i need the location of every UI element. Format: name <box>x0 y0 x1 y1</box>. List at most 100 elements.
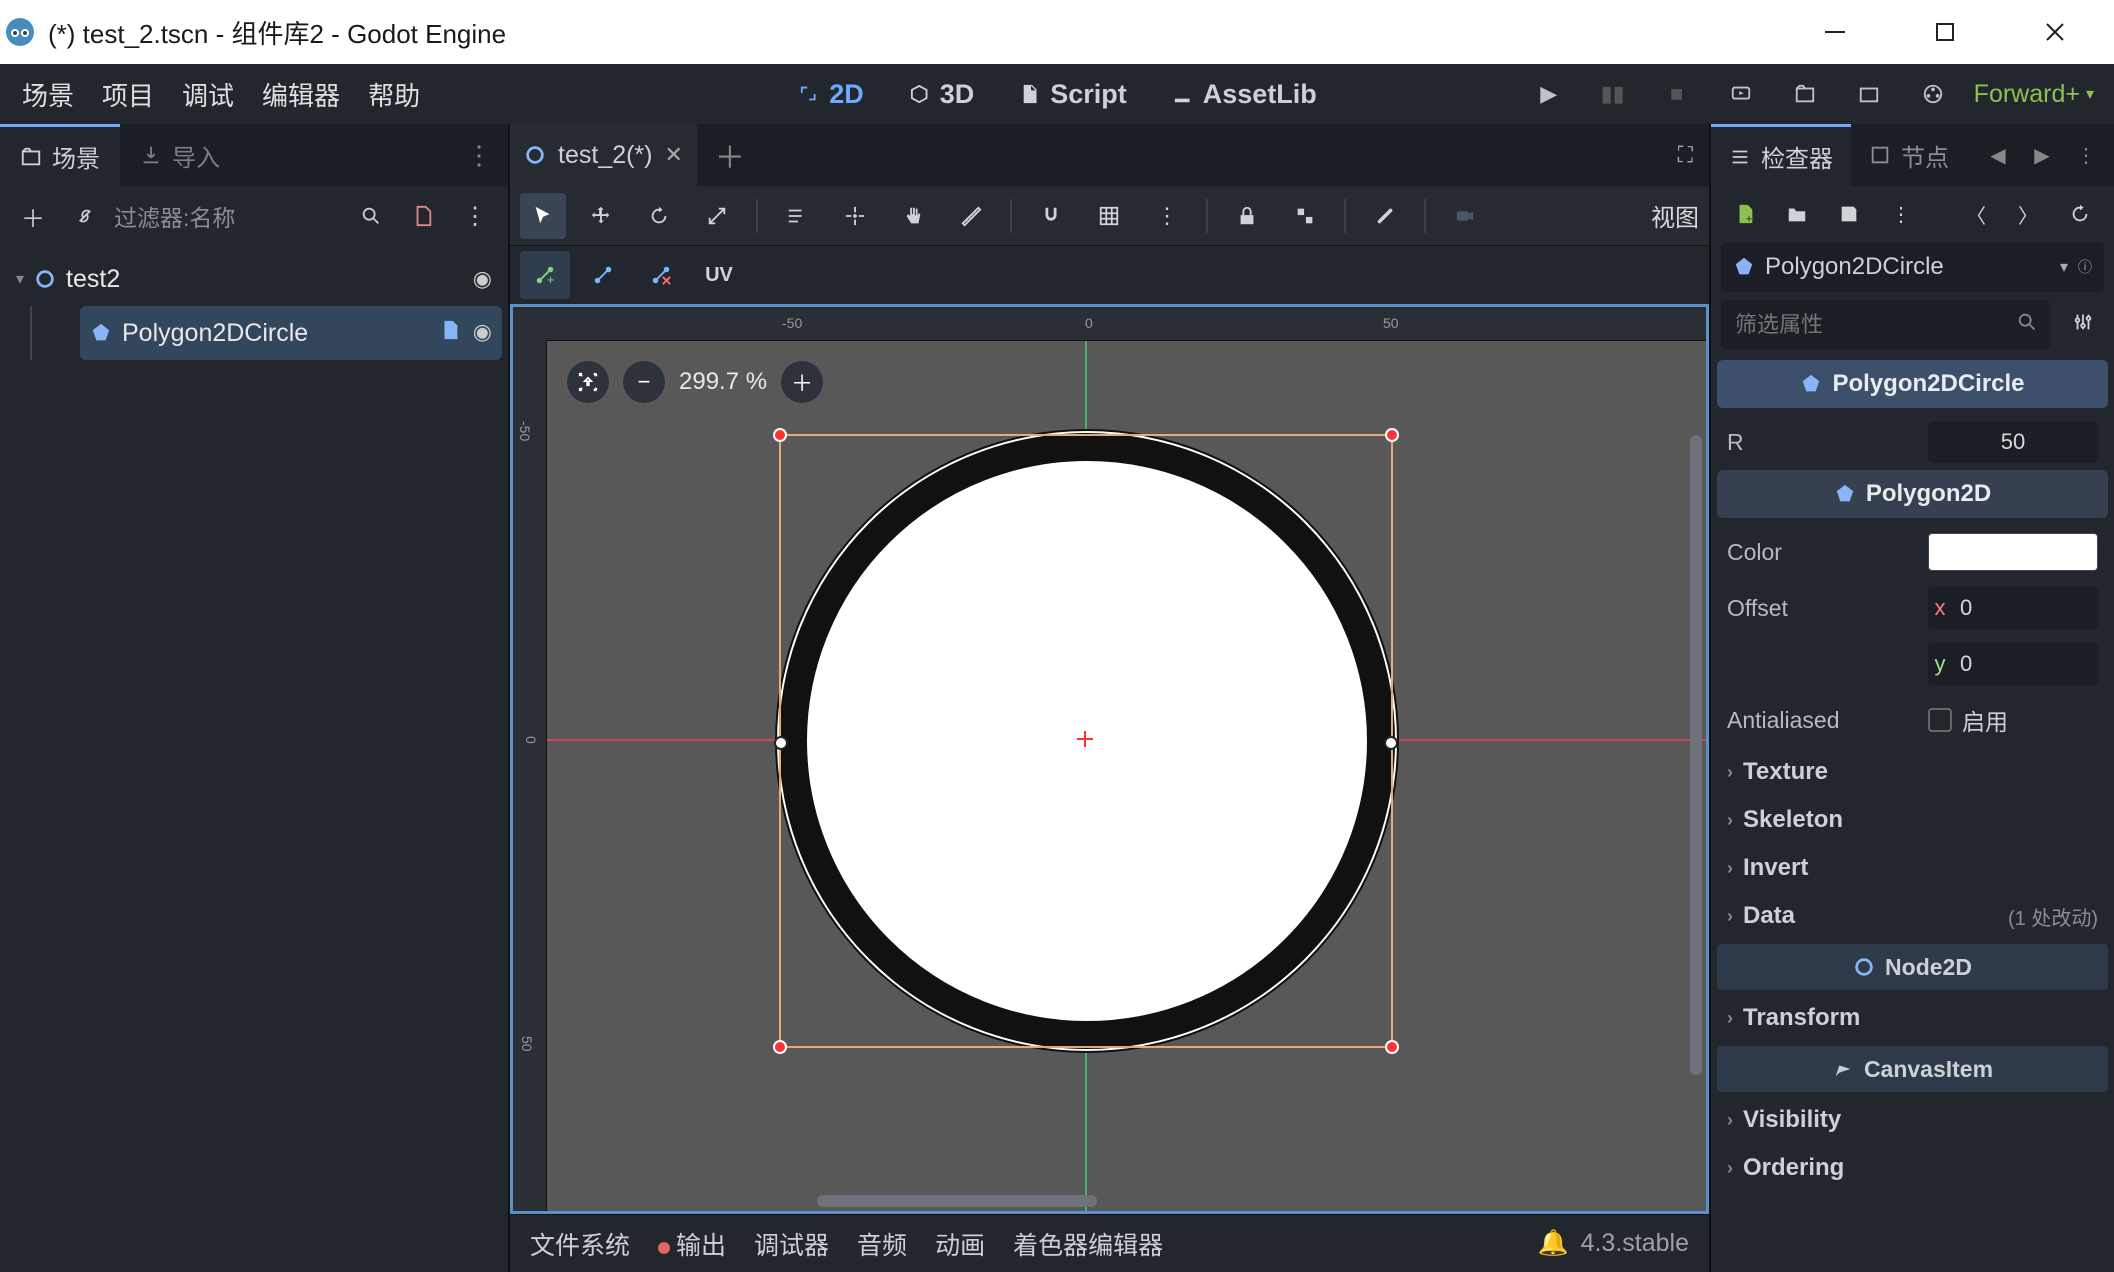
r-value-input[interactable]: 50 <box>1928 421 2098 463</box>
group-texture[interactable]: ›Texture <box>1717 748 2108 796</box>
horizontal-scrollbar[interactable] <box>817 1195 1097 1207</box>
save-resource-button[interactable] <box>1829 194 1869 234</box>
ruler-tool-button[interactable] <box>948 193 994 239</box>
bottom-filesystem-button[interactable]: 文件系统 <box>530 1226 630 1262</box>
instance-scene-button[interactable] <box>62 193 108 239</box>
visibility-toggle-icon[interactable]: ◉ <box>473 266 492 292</box>
new-scene-tab-button[interactable]: ＋ <box>697 133 763 177</box>
property-tools-button[interactable] <box>2062 304 2104 346</box>
bottom-output-button[interactable]: 输出 <box>658 1226 726 1262</box>
scene-tree-root[interactable]: ▾ test2 ◉ <box>6 252 502 306</box>
vertical-scrollbar[interactable] <box>1690 435 1702 1075</box>
polygon-uv-button[interactable]: UV <box>694 251 744 299</box>
bone-button[interactable] <box>1362 193 1408 239</box>
menu-project[interactable]: 项目 <box>102 76 154 113</box>
scene-tab-test2[interactable]: test_2(*) ✕ <box>510 124 697 186</box>
window-maximize-button[interactable] <box>1890 2 2000 62</box>
group-button[interactable] <box>1282 193 1328 239</box>
remote-play-button[interactable] <box>1718 71 1764 117</box>
dock-options-button[interactable]: ⋮ <box>450 140 508 171</box>
zoom-reset-button[interactable] <box>567 361 609 403</box>
play-button[interactable]: ▶ <box>1526 71 1572 117</box>
add-node-button[interactable]: ＋ <box>10 193 56 239</box>
group-skeleton[interactable]: ›Skeleton <box>1717 796 2108 844</box>
tab-scene[interactable]: 场景 <box>0 124 120 186</box>
list-select-button[interactable] <box>774 193 820 239</box>
tab-inspector[interactable]: 检查器 <box>1711 124 1851 186</box>
zoom-in-button[interactable]: ＋ <box>781 361 823 403</box>
obj-next-button[interactable]: 〉 <box>2008 194 2048 234</box>
distraction-free-button[interactable]: ⛶ <box>1662 142 1709 168</box>
bottom-animation-button[interactable]: 动画 <box>935 1226 985 1262</box>
class-node2d[interactable]: Node2D <box>1717 944 2108 990</box>
menu-help[interactable]: 帮助 <box>368 76 420 113</box>
view-menu-button[interactable]: 视图 <box>1651 198 1699 233</box>
section-polygon2d[interactable]: Polygon2D <box>1717 470 2108 518</box>
menu-debug[interactable]: 调试 <box>182 76 234 113</box>
workspace-2d-button[interactable]: 2D <box>789 79 872 110</box>
resource-extra-button[interactable]: ⋮ <box>1881 194 1921 234</box>
workspace-3d-button[interactable]: 3D <box>900 79 983 110</box>
group-visibility[interactable]: ›Visibility <box>1717 1096 2108 1144</box>
history-prev-button[interactable]: ◀ <box>1980 137 2016 173</box>
visibility-toggle-icon[interactable]: ◉ <box>473 319 492 347</box>
bottom-debugger-button[interactable]: 调试器 <box>754 1226 829 1262</box>
scale-tool-button[interactable] <box>694 193 740 239</box>
pan-tool-button[interactable] <box>890 193 936 239</box>
lock-button[interactable] <box>1224 193 1270 239</box>
scene-filter-input[interactable]: 过滤器:名称 <box>114 199 342 233</box>
movie-maker-button[interactable] <box>1910 71 1956 117</box>
group-data[interactable]: ›Data(1 处改动) <box>1717 892 2108 940</box>
offset-y-input[interactable]: y0 <box>1928 643 2098 685</box>
notification-bell-icon[interactable]: 🔔 <box>1537 1229 1568 1258</box>
polygon-create-button[interactable]: + <box>520 251 570 299</box>
group-ordering[interactable]: ›Ordering <box>1717 1144 2108 1192</box>
grid-snap-button[interactable] <box>1086 193 1132 239</box>
snap-toggle-button[interactable] <box>1028 193 1074 239</box>
scene-script-button[interactable] <box>400 193 446 239</box>
polygon-edit-button[interactable] <box>578 251 628 299</box>
bottom-shader-button[interactable]: 着色器编辑器 <box>1013 1226 1163 1262</box>
color-picker-button[interactable] <box>1928 533 2098 571</box>
class-canvasitem[interactable]: CanvasItem <box>1717 1046 2108 1092</box>
doc-link-icon[interactable]: ⓘ <box>2078 257 2092 277</box>
script-attached-icon[interactable] <box>439 319 461 347</box>
workspace-script-button[interactable]: Script <box>1010 79 1135 110</box>
menu-scene[interactable]: 场景 <box>22 76 74 113</box>
scene-more-button[interactable]: ⋮ <box>452 193 498 239</box>
zoom-out-button[interactable]: − <box>623 361 665 403</box>
renderer-dropdown[interactable]: Forward+ ▾ <box>1974 80 2094 109</box>
window-minimize-button[interactable] <box>1780 2 1890 62</box>
zoom-level[interactable]: 299.7 % <box>679 368 767 396</box>
property-filter-input[interactable] <box>1721 300 2050 350</box>
section-polygon2dcircle[interactable]: Polygon2DCircle <box>1717 360 2108 408</box>
workspace-assetlib-button[interactable]: AssetLib <box>1163 79 1325 110</box>
obj-prev-button[interactable]: 〈 <box>1956 194 1996 234</box>
antialiased-checkbox[interactable] <box>1928 708 1952 732</box>
play-scene-button[interactable] <box>1782 71 1828 117</box>
load-resource-button[interactable] <box>1777 194 1817 234</box>
camera-override-button[interactable] <box>1442 193 1488 239</box>
tab-node[interactable]: 节点 <box>1851 124 1967 186</box>
stop-button[interactable]: ■ <box>1654 71 1700 117</box>
play-custom-scene-button[interactable] <box>1846 71 1892 117</box>
menu-editor[interactable]: 编辑器 <box>262 76 340 113</box>
offset-x-input[interactable]: x0 <box>1928 587 2098 629</box>
group-invert[interactable]: ›Invert <box>1717 844 2108 892</box>
close-tab-button[interactable]: ✕ <box>664 142 682 168</box>
pause-button[interactable]: ▮▮ <box>1590 71 1636 117</box>
inspected-object-dropdown[interactable]: Polygon2DCircle ▾ⓘ <box>1721 242 2104 292</box>
rotate-tool-button[interactable] <box>636 193 682 239</box>
group-transform[interactable]: ›Transform <box>1717 994 2108 1042</box>
polygon-delete-button[interactable] <box>636 251 686 299</box>
snap-options-button[interactable]: ⋮ <box>1144 193 1190 239</box>
new-resource-button[interactable]: + <box>1725 194 1765 234</box>
canvas-area[interactable]: − 299.7 % ＋ <box>547 341 1706 1211</box>
scene-tree-node-polygon2dcircle[interactable]: Polygon2DCircle ◉ <box>80 306 502 360</box>
window-close-button[interactable] <box>2000 2 2110 62</box>
dock-options-button[interactable]: ⋮ <box>2068 137 2104 173</box>
obj-history-button[interactable] <box>2060 194 2100 234</box>
select-tool-button[interactable] <box>520 193 566 239</box>
scene-search-icon[interactable] <box>348 193 394 239</box>
history-next-button[interactable]: ▶ <box>2024 137 2060 173</box>
